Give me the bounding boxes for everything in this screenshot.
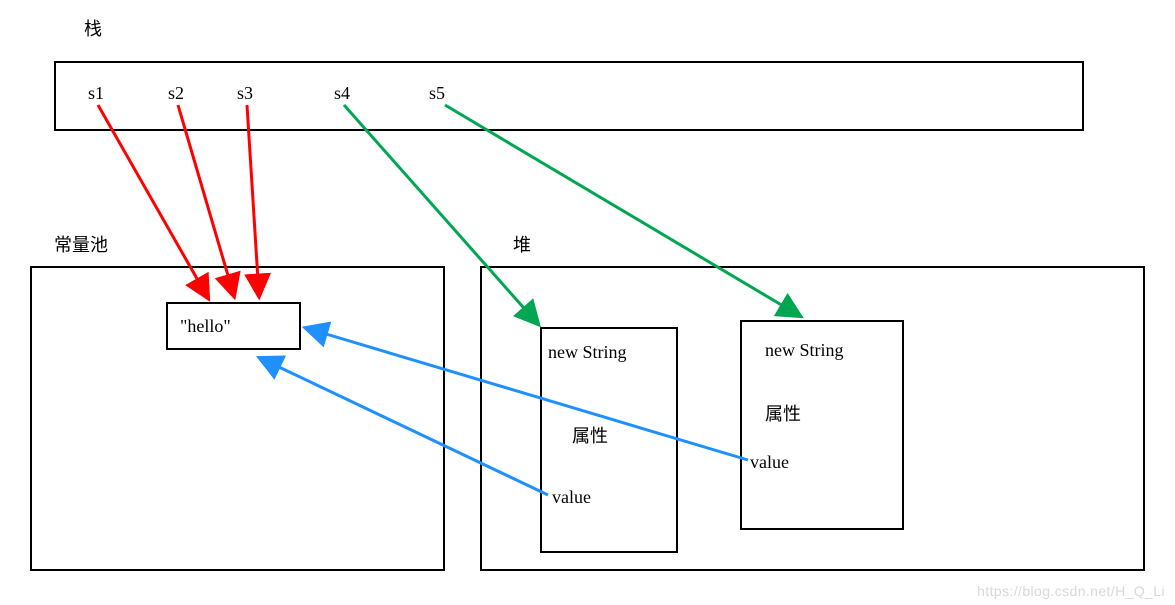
stack-title: 栈 [84, 15, 102, 41]
stack-box [54, 61, 1084, 131]
heap-title: 堆 [513, 231, 531, 257]
heap-obj1-header: new String [548, 342, 627, 363]
heap-obj1-attr: 属性 [572, 422, 608, 448]
watermark: https://blog.csdn.net/H_Q_Li [977, 583, 1165, 599]
hello-literal: "hello" [180, 316, 231, 337]
heap-obj2-value: value [750, 452, 789, 473]
stack-var-s5: s5 [429, 83, 445, 104]
heap-obj2-header: new String [765, 340, 844, 361]
stack-var-s3: s3 [237, 83, 253, 104]
heap-obj1-value: value [552, 487, 591, 508]
stack-var-s1: s1 [88, 83, 104, 104]
heap-obj2-attr: 属性 [765, 400, 801, 426]
const-pool-title: 常量池 [54, 231, 108, 257]
stack-var-s2: s2 [168, 83, 184, 104]
stack-var-s4: s4 [334, 83, 350, 104]
